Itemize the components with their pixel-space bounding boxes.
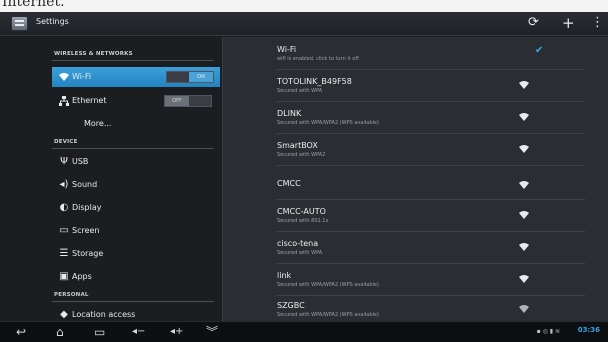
recent-apps-icon[interactable]: ▭ xyxy=(94,325,105,339)
wifi-toggle-state: ON xyxy=(189,72,213,82)
sidebar-item-label: Ethernet xyxy=(72,96,107,105)
action-bar: Settings ⟳ + ⋮ xyxy=(0,12,608,36)
storage-icon: ☰ xyxy=(59,248,69,259)
wifi-signal-icon xyxy=(518,209,530,221)
android-screen: Settings ⟳ + ⋮ WIRELESS & NETWORKS Wi-Fi… xyxy=(0,12,608,342)
add-icon[interactable]: + xyxy=(562,15,575,31)
network-security: Secured with WPA2 xyxy=(277,152,326,158)
home-icon[interactable]: ⌂ xyxy=(56,325,64,339)
wifi-network-row[interactable]: DLINK Secured with WPA/WPA2 (WPS availab… xyxy=(237,109,599,131)
volume-down-icon[interactable]: ◂− xyxy=(132,325,145,339)
wifi-signal-icon xyxy=(518,273,530,285)
section-header-wireless: WIRELESS & NETWORKS xyxy=(52,51,214,61)
wifi-icon xyxy=(58,71,70,83)
ethernet-toggle-state: OFF xyxy=(165,96,189,106)
wifi-header-title: Wi-Fi xyxy=(277,45,297,54)
section-header-personal: PERSONAL xyxy=(52,292,214,302)
back-icon[interactable]: ↩ xyxy=(16,325,26,339)
volume-up-icon[interactable]: ◂+ xyxy=(170,325,183,339)
wifi-network-row[interactable]: CMCC xyxy=(237,177,599,197)
wifi-signal-icon xyxy=(518,241,530,253)
network-security: Secured with WPA/WPA2 (WPS available) xyxy=(277,282,379,288)
network-security: Secured with WPA xyxy=(277,250,323,256)
sidebar-item-display[interactable]: ◐ Display xyxy=(52,198,220,218)
sidebar-item-screen[interactable]: ▭ Screen xyxy=(52,221,220,241)
network-name: CMCC xyxy=(277,179,301,188)
wifi-signal-icon xyxy=(518,303,530,315)
network-name: cisco-tena xyxy=(277,239,319,248)
sidebar-item-label: Display xyxy=(72,203,102,212)
wifi-scan-icon[interactable]: ⟳ xyxy=(528,15,539,31)
divider xyxy=(277,231,585,232)
divider xyxy=(277,199,585,200)
sidebar-item-label: Screen xyxy=(72,226,100,235)
network-name: SZGBC xyxy=(277,301,305,310)
sidebar-item-label: Sound xyxy=(72,180,98,189)
sidebar-item-label: USB xyxy=(72,157,89,166)
sidebar-item-label: Location access xyxy=(72,310,136,319)
ethernet-toggle[interactable]: OFF xyxy=(164,95,212,107)
wifi-signal-icon xyxy=(518,79,530,91)
sidebar-item-wifi[interactable]: Wi-Fi ON xyxy=(52,67,220,87)
apps-icon: ▣ xyxy=(59,271,69,282)
cropped-caption: Internet. xyxy=(0,0,608,12)
divider xyxy=(277,101,585,102)
wifi-network-list: Wi-Fi wifi is enabled, click to turn it … xyxy=(222,37,608,321)
sound-icon: ◂) xyxy=(59,179,69,190)
divider xyxy=(277,133,585,134)
sidebar-item-storage[interactable]: ☰ Storage xyxy=(52,244,220,264)
overflow-menu-icon[interactable]: ⋮ xyxy=(591,15,604,31)
wifi-network-row[interactable]: TOTOLINK_B49F58 Secured with WPA xyxy=(237,77,599,99)
chevron-down-icon[interactable]: ︾ xyxy=(206,325,218,339)
wifi-signal-icon xyxy=(518,143,530,155)
sidebar-item-more[interactable]: More... xyxy=(52,114,220,134)
wifi-signal-icon xyxy=(518,111,530,123)
wifi-network-row[interactable]: link Secured with WPA/WPA2 (WPS availabl… xyxy=(237,271,599,293)
display-icon: ◐ xyxy=(59,202,69,213)
network-name: CMCC-AUTO xyxy=(277,207,326,216)
page-title: Settings xyxy=(36,17,69,26)
settings-app-icon xyxy=(11,16,28,31)
wifi-network-row[interactable]: SZGBC Secured with WPA/WPA2 (WPS availab… xyxy=(237,301,599,321)
sidebar-item-usb[interactable]: Ψ USB xyxy=(52,152,220,172)
network-security: Secured with WPA xyxy=(277,88,323,94)
network-security: Secured with WPA/WPA2 (WPS available) xyxy=(277,120,379,126)
divider xyxy=(277,165,585,166)
settings-sidebar: WIRELESS & NETWORKS Wi-Fi ON Ethernet OF… xyxy=(0,37,222,321)
wifi-toggle[interactable]: ON xyxy=(166,71,214,83)
wifi-signal-icon xyxy=(518,179,530,191)
wifi-network-row[interactable]: CMCC-AUTO Secured with 802.1x xyxy=(237,207,599,229)
wifi-master-row[interactable]: Wi-Fi wifi is enabled, click to turn it … xyxy=(237,45,599,67)
section-header-device: DEVICE xyxy=(52,139,214,149)
wifi-network-row[interactable]: SmartBOX Secured with WPA2 xyxy=(237,141,599,163)
ethernet-icon xyxy=(58,95,70,107)
screen-icon: ▭ xyxy=(59,225,69,236)
divider xyxy=(277,69,585,70)
check-icon[interactable]: ✔ xyxy=(535,45,547,57)
network-name: DLINK xyxy=(277,109,302,118)
usb-icon: Ψ xyxy=(60,156,68,167)
sidebar-item-apps[interactable]: ▣ Apps xyxy=(52,267,220,287)
network-name: TOTOLINK_B49F58 xyxy=(277,77,352,86)
location-icon: ◆ xyxy=(60,309,68,320)
network-security: Secured with 802.1x xyxy=(277,218,329,224)
system-navigation-bar: ↩ ⌂ ▭ ◂− ◂+ ︾ ▪ ◎ ▮ ≋ 03:36 xyxy=(0,321,608,342)
sidebar-item-label: Apps xyxy=(72,272,92,281)
network-name: SmartBOX xyxy=(277,141,318,150)
sidebar-item-sound[interactable]: ◂) Sound xyxy=(52,175,220,195)
clock: 03:36 xyxy=(577,326,600,334)
network-security: Secured with WPA/WPA2 (WPS available) xyxy=(277,312,379,318)
sidebar-item-ethernet[interactable]: Ethernet OFF xyxy=(52,91,220,111)
wifi-network-row[interactable]: cisco-tena Secured with WPA xyxy=(237,239,599,261)
sidebar-item-label: Wi-Fi xyxy=(72,72,92,81)
wifi-header-subtitle: wifi is enabled, click to turn it off xyxy=(277,56,359,62)
cropped-caption-text: Internet. xyxy=(2,0,65,10)
divider xyxy=(277,263,585,264)
sidebar-item-label: More... xyxy=(84,119,112,128)
divider xyxy=(277,295,585,296)
sidebar-item-label: Storage xyxy=(72,249,104,258)
status-icons: ▪ ◎ ▮ ≋ xyxy=(536,328,560,335)
network-name: link xyxy=(277,271,292,280)
